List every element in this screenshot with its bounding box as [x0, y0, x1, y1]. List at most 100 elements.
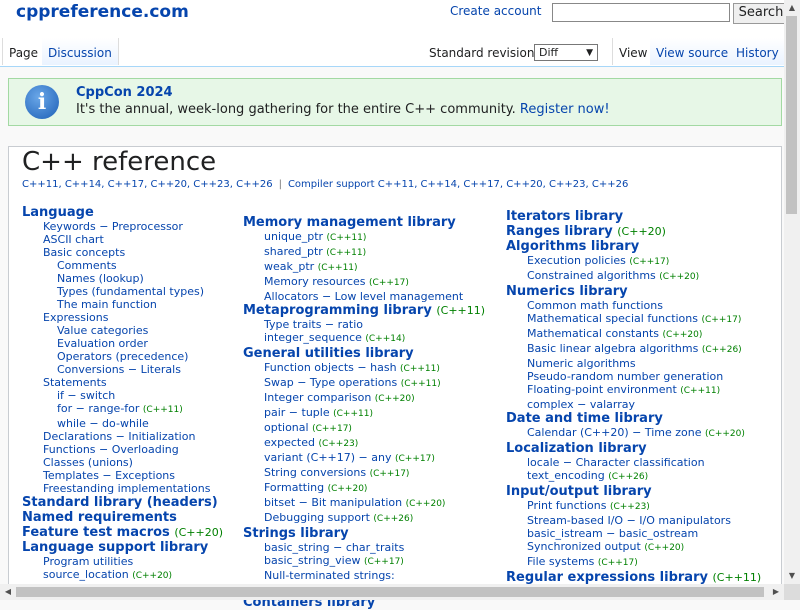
nav-link[interactable]: Memory resources (C++17): [243, 275, 485, 290]
scroll-down-icon[interactable]: ▼: [784, 568, 800, 584]
standard-revision-select[interactable]: Diff ▼: [534, 44, 598, 61]
section-heading[interactable]: Date and time library: [506, 411, 761, 426]
nav-link[interactable]: Swap − Type operations (C++11): [243, 376, 485, 391]
nav-link[interactable]: Operators (precedence): [22, 350, 223, 363]
nav-link[interactable]: Type traits − ratio: [243, 318, 485, 331]
nav-link[interactable]: pair − tuple (C++11): [243, 406, 485, 421]
section-heading[interactable]: Named requirements: [22, 510, 223, 525]
nav-link[interactable]: Keywords − Preprocessor: [22, 220, 223, 233]
nav-link[interactable]: Formatting (C++20): [243, 481, 485, 496]
nav-link[interactable]: Names (lookup): [22, 272, 223, 285]
nav-link[interactable]: basic_string_view (C++17): [243, 554, 485, 569]
nav-link[interactable]: Comments: [22, 259, 223, 272]
nav-link[interactable]: Templates − Exceptions: [22, 469, 223, 482]
nav-link[interactable]: Pseudo-random number generation: [506, 370, 761, 383]
nav-link[interactable]: Basic concepts: [22, 246, 223, 259]
section-heading[interactable]: Numerics library: [506, 284, 761, 299]
tab-view-source[interactable]: View source: [650, 38, 736, 65]
horizontal-scrollbar[interactable]: ◀ ▶: [0, 584, 784, 600]
nav-link[interactable]: String conversions (C++17): [243, 466, 485, 481]
section-heading[interactable]: Iterators library: [506, 209, 761, 224]
section-heading[interactable]: Ranges library (C++20): [506, 224, 761, 239]
create-account-link[interactable]: Create account: [450, 4, 542, 18]
nav-link[interactable]: Execution policies (C++17): [506, 254, 761, 269]
section-heading[interactable]: Standard library (headers): [22, 495, 223, 510]
section-heading[interactable]: General utilities library: [243, 346, 485, 361]
nav-link[interactable]: Calendar (C++20) − Time zone (C++20): [506, 426, 761, 441]
tab-discussion[interactable]: Discussion: [42, 38, 119, 65]
nav-link[interactable]: Integer comparison (C++20): [243, 391, 485, 406]
nav-link[interactable]: Numeric algorithms: [506, 357, 761, 370]
nav-link[interactable]: Mathematical special functions (C++17): [506, 312, 761, 327]
section-heading[interactable]: Input/output library: [506, 484, 761, 499]
nav-link[interactable]: expected (C++23): [243, 436, 485, 451]
compiler-support-versions[interactable]: C++11, C++14, C++17, C++20, C++23, C++26: [378, 179, 629, 190]
banner-title[interactable]: CppCon 2024: [76, 85, 173, 100]
nav-link[interactable]: Expressions: [22, 311, 223, 324]
nav-link[interactable]: Floating-point environment (C++11): [506, 383, 761, 398]
vertical-scrollbar[interactable]: ▲ ▼: [784, 0, 800, 584]
nav-link[interactable]: text_encoding (C++26): [506, 469, 761, 484]
nav-link[interactable]: basic_string − char_traits: [243, 541, 485, 554]
scroll-thumb-horizontal[interactable]: [16, 587, 764, 597]
nav-link[interactable]: Conversions − Literals: [22, 363, 223, 376]
nav-link[interactable]: Program utilities: [22, 555, 223, 568]
nav-link[interactable]: ASCII chart: [22, 233, 223, 246]
nav-link[interactable]: Function objects − hash (C++11): [243, 361, 485, 376]
section-heading[interactable]: Strings library: [243, 526, 485, 541]
nav-link[interactable]: integer_sequence (C++14): [243, 331, 485, 346]
nav-link[interactable]: complex − valarray: [506, 398, 761, 411]
nav-link[interactable]: basic_istream − basic_ostream: [506, 527, 761, 540]
section-heading[interactable]: Language: [22, 205, 223, 220]
nav-link[interactable]: Allocators − Low level management: [243, 290, 485, 303]
section-heading[interactable]: Feature test macros (C++20): [22, 525, 223, 540]
tab-view[interactable]: View: [612, 38, 655, 65]
nav-link[interactable]: variant (C++17) − any (C++17): [243, 451, 485, 466]
nav-link[interactable]: if − switch: [22, 389, 223, 402]
section-heading[interactable]: Regular expressions library (C++11): [506, 570, 761, 585]
nav-link[interactable]: bitset − Bit manipulation (C++20): [243, 496, 485, 511]
nav-link[interactable]: Declarations − Initialization: [22, 430, 223, 443]
scroll-up-icon[interactable]: ▲: [784, 0, 800, 16]
nav-link[interactable]: shared_ptr (C++11): [243, 245, 485, 260]
nav-link[interactable]: Evaluation order: [22, 337, 223, 350]
nav-link[interactable]: Print functions (C++23): [506, 499, 761, 514]
nav-link[interactable]: Basic linear algebra algorithms (C++26): [506, 342, 761, 357]
tab-page[interactable]: Page: [2, 38, 46, 65]
nav-link[interactable]: Constrained algorithms (C++20): [506, 269, 761, 284]
register-link[interactable]: Register now!: [520, 102, 610, 117]
nav-link[interactable]: source_location (C++20): [22, 568, 223, 583]
scroll-left-icon[interactable]: ◀: [0, 584, 16, 600]
nav-link[interactable]: Statements: [22, 376, 223, 389]
section-heading[interactable]: Language support library: [22, 540, 223, 555]
section-heading[interactable]: Metaprogramming library (C++11): [243, 303, 485, 318]
nav-link[interactable]: Debugging support (C++26): [243, 511, 485, 526]
nav-link[interactable]: Types (fundamental types): [22, 285, 223, 298]
nav-link[interactable]: Synchronized output (C++20): [506, 540, 761, 555]
nav-link[interactable]: while − do-while: [22, 417, 223, 430]
nav-link[interactable]: Freestanding implementations: [22, 482, 223, 495]
section-heading[interactable]: Memory management library: [243, 215, 485, 230]
nav-link[interactable]: for − range-for (C++11): [22, 402, 223, 417]
nav-link[interactable]: File systems (C++17): [506, 555, 761, 570]
scroll-thumb[interactable]: [786, 16, 797, 214]
tab-history[interactable]: History: [730, 38, 786, 65]
section-heading[interactable]: Localization library: [506, 441, 761, 456]
nav-link[interactable]: weak_ptr (C++11): [243, 260, 485, 275]
search-input[interactable]: [552, 3, 730, 22]
version-list[interactable]: C++11, C++14, C++17, C++20, C++23, C++26: [22, 179, 273, 190]
scroll-right-icon[interactable]: ▶: [768, 584, 784, 600]
nav-link[interactable]: Stream-based I/O − I/O manipulators: [506, 514, 761, 527]
nav-link[interactable]: Common math functions: [506, 299, 761, 312]
section-heading[interactable]: Algorithms library: [506, 239, 761, 254]
nav-link[interactable]: Value categories: [22, 324, 223, 337]
compiler-support-label[interactable]: Compiler support: [288, 179, 375, 190]
nav-link[interactable]: Mathematical constants (C++20): [506, 327, 761, 342]
search-button[interactable]: Search: [733, 3, 789, 24]
nav-link[interactable]: unique_ptr (C++11): [243, 230, 485, 245]
nav-link[interactable]: optional (C++17): [243, 421, 485, 436]
nav-link[interactable]: Classes (unions): [22, 456, 223, 469]
nav-link[interactable]: locale − Character classification: [506, 456, 761, 469]
site-logo-link[interactable]: cppreference.com: [16, 2, 189, 22]
nav-link[interactable]: The main function: [22, 298, 223, 311]
